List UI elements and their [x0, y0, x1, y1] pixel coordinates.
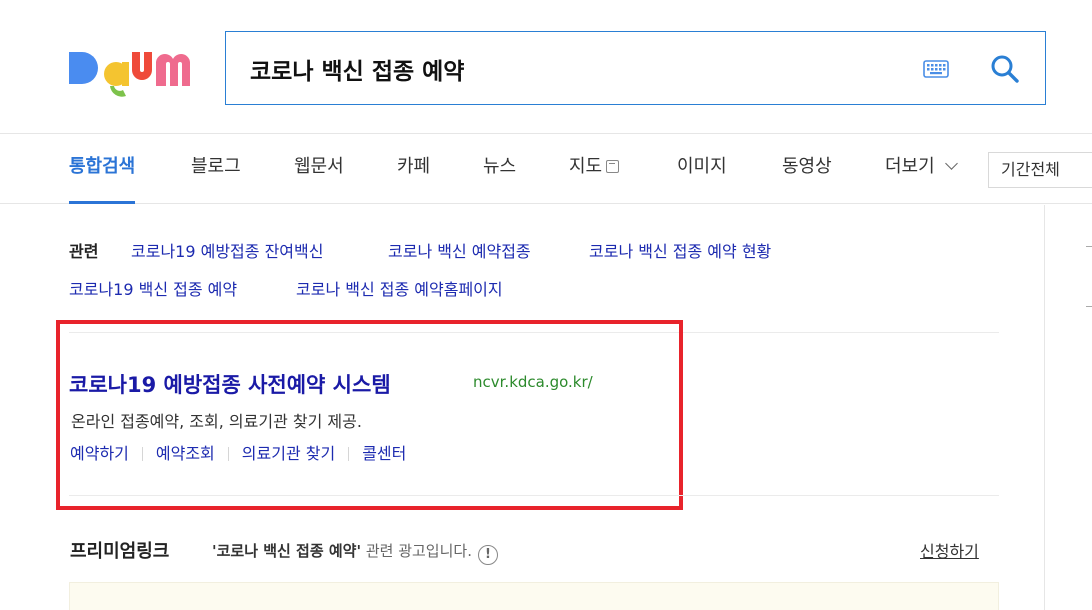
- tab-label: 웹문서: [294, 156, 344, 177]
- premium-link-title: 프리미엄링크: [70, 541, 170, 562]
- premium-link-description: '코로나 백신 접종 예약' 관련 광고입니다.!: [212, 540, 498, 565]
- tab-more[interactable]: 더보기: [885, 134, 958, 204]
- tab-map[interactable]: 지도: [569, 134, 620, 204]
- chevron-down-icon: [944, 157, 958, 170]
- premium-suffix: 관련 광고입니다.: [361, 542, 472, 560]
- search-tabs: 통합검색 블로그 웹문서 카페 뉴스 지도 이미지 동영상 더보기: [0, 134, 1092, 204]
- related-search-link[interactable]: 코로나19 예방접종 잔여백신: [131, 238, 323, 262]
- search-input[interactable]: [250, 50, 890, 88]
- related-search-link[interactable]: 코로나19 백신 접종 예약: [69, 276, 237, 300]
- sublink-separator: [227, 447, 229, 461]
- search-icon[interactable]: [989, 53, 1021, 85]
- tab-label: 블로그: [191, 156, 241, 177]
- result-title-link[interactable]: 코로나19 예방접종 사전예약 시스템: [69, 369, 391, 399]
- right-column-divider: [1044, 205, 1045, 610]
- tab-label: 동영상: [782, 156, 832, 177]
- map-icon: [606, 160, 620, 173]
- right-panel-edge: [1086, 246, 1092, 247]
- sublink-call-center[interactable]: 콜센터: [362, 444, 406, 463]
- tab-label: 지도: [569, 156, 603, 177]
- tab-label: 통합검색: [69, 156, 136, 177]
- related-search-link[interactable]: 코로나 백신 예약접종: [388, 238, 531, 262]
- tab-label: 뉴스: [483, 156, 517, 177]
- sublink-separator: [348, 447, 350, 461]
- related-searches-label: 관련: [69, 242, 99, 261]
- info-icon[interactable]: !: [477, 545, 498, 565]
- ad-result-box: [69, 582, 999, 610]
- tab-images[interactable]: 이미지: [677, 134, 727, 204]
- daum-logo[interactable]: [66, 40, 198, 98]
- premium-query: '코로나 백신 접종 예약': [212, 542, 362, 560]
- sublink-reserve[interactable]: 예약하기: [70, 444, 129, 463]
- result-description: 온라인 접종예약, 조회, 의료기관 찾기 제공.: [71, 412, 362, 431]
- keyboard-icon[interactable]: [923, 60, 949, 78]
- tab-label: 더보기: [885, 156, 935, 177]
- apply-ad-link[interactable]: 신청하기: [920, 538, 979, 562]
- period-filter-select[interactable]: 기간전체: [988, 152, 1092, 188]
- tab-label: 카페: [397, 156, 431, 177]
- section-divider: [69, 495, 999, 496]
- search-box: [225, 31, 1046, 105]
- tab-video[interactable]: 동영상: [782, 134, 832, 204]
- tab-cafe[interactable]: 카페: [397, 134, 430, 204]
- sublink-find-clinic[interactable]: 의료기관 찾기: [242, 444, 335, 463]
- sublink-lookup[interactable]: 예약조회: [156, 444, 215, 463]
- tab-news[interactable]: 뉴스: [483, 134, 516, 204]
- right-panel-edge: [1086, 306, 1092, 307]
- related-search-link[interactable]: 코로나 백신 접종 예약 현황: [589, 238, 771, 262]
- tab-web-docs[interactable]: 웹문서: [294, 134, 344, 204]
- sublink-separator: [141, 447, 143, 461]
- header: [0, 0, 1092, 134]
- related-search-link[interactable]: 코로나 백신 접종 예약홈페이지: [296, 276, 503, 300]
- result-sublinks: 예약하기 예약조회 의료기관 찾기 콜센터: [70, 440, 406, 464]
- tab-label: 이미지: [677, 156, 727, 177]
- tab-blog[interactable]: 블로그: [191, 134, 241, 204]
- tab-integrated[interactable]: 통합검색: [69, 134, 136, 204]
- result-url-link[interactable]: ncvr.kdca.go.kr/: [473, 373, 593, 391]
